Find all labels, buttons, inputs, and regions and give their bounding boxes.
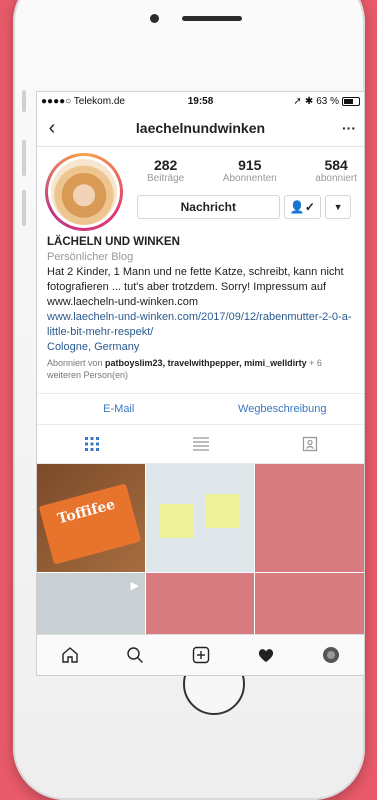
tab-home[interactable] — [37, 646, 102, 664]
volume-up-button — [22, 140, 26, 176]
sticky-note — [160, 504, 194, 538]
post-tile[interactable] — [255, 464, 364, 572]
category-label: Persönlicher Blog — [47, 251, 134, 263]
following-count: 584 — [324, 157, 348, 173]
add-icon — [192, 646, 209, 664]
stat-following[interactable]: 584 abonniert — [315, 157, 357, 184]
app-screen: ●●●●○ Telekom.de 19:58 ➚ ✱ 63 % ‹ laeche… — [36, 91, 365, 676]
mute-switch — [22, 90, 26, 112]
story-ring[interactable] — [45, 153, 123, 231]
contact-bar: E-Mail Wegbeschreibung — [37, 393, 364, 425]
back-icon[interactable]: ‹ — [37, 117, 67, 140]
message-button[interactable]: Nachricht — [137, 195, 280, 219]
front-camera — [150, 14, 159, 23]
tab-activity[interactable] — [233, 646, 298, 664]
email-button[interactable]: E-Mail — [37, 403, 201, 415]
profile-actions: Nachricht 👤✓ ▼ — [137, 195, 351, 219]
followers-count: 915 — [238, 157, 262, 173]
tagged-icon — [302, 436, 317, 452]
stat-followers[interactable]: 915 Abonnenten — [223, 157, 277, 184]
video-icon: ▶ — [130, 580, 139, 592]
stat-posts[interactable]: 282 Beiträge — [147, 157, 184, 184]
user-check-icon: 👤✓ — [289, 200, 315, 214]
profile-username: laechelnundwinken — [135, 120, 266, 136]
toffifee-box — [38, 483, 142, 565]
tab-list[interactable] — [146, 436, 255, 452]
following-label: abonniert — [315, 173, 357, 184]
followed-by-prefix: Abonniert von — [47, 358, 106, 368]
directions-button[interactable]: Wegbeschreibung — [201, 403, 365, 415]
profile-stats: 282 Beiträge 915 Abonnenten 584 abonnier… — [147, 157, 357, 184]
follow-status-button[interactable]: 👤✓ — [283, 195, 322, 219]
heart-icon — [258, 649, 274, 662]
top-nav: ‹ laechelnundwinken ··· — [37, 110, 364, 147]
profile-icon — [323, 647, 340, 663]
volume-down-button — [22, 190, 26, 226]
followers-label: Abonnenten — [222, 173, 277, 184]
followed-by-names: patboyslim23, travelwithpepper, mimi_wel… — [105, 358, 307, 368]
tab-tagged[interactable] — [255, 436, 364, 452]
grid-icon — [84, 437, 99, 451]
home-icon — [62, 647, 78, 663]
tab-profile[interactable] — [299, 646, 364, 664]
search-icon — [127, 647, 144, 663]
bio-text: Hat 2 Kinder, 1 Mann und ne fette Katze,… — [47, 266, 344, 308]
posts-count: 282 — [153, 157, 178, 173]
posts-label: Beiträge — [147, 173, 185, 184]
suggestions-toggle-button[interactable]: ▼ — [325, 195, 351, 219]
profile-bio: LÄCHELN UND WINKEN Persönlicher Blog Hat… — [37, 229, 364, 381]
list-icon — [192, 437, 209, 451]
avatar-border — [48, 156, 120, 228]
profile-tabs — [37, 425, 364, 464]
tab-grid[interactable] — [37, 436, 146, 452]
earpiece-speaker — [182, 16, 242, 21]
tab-add[interactable] — [168, 646, 233, 664]
avatar — [51, 159, 117, 225]
status-bar: ●●●●○ Telekom.de 19:58 ➚ ✱ 63 % — [37, 92, 364, 110]
post-tile[interactable]: Toffifee — [37, 464, 145, 572]
sticky-note — [206, 494, 240, 528]
more-icon[interactable]: ··· — [334, 120, 364, 136]
profile-header: 282 Beiträge 915 Abonnenten 584 abonnier… — [37, 147, 364, 231]
location-link[interactable]: Cologne, Germany — [47, 340, 354, 355]
bio-link[interactable]: www.laecheln-und-winken.com/2017/09/12/r… — [47, 310, 354, 340]
followed-by[interactable]: Abonniert von patboyslim23, travelwithpe… — [47, 357, 354, 381]
post-tile[interactable] — [146, 464, 254, 572]
bottom-tab-bar — [37, 634, 364, 675]
clock: 19:58 — [187, 95, 214, 107]
chevron-down-icon: ▼ — [333, 202, 343, 212]
battery-icon — [342, 96, 360, 106]
tab-search[interactable] — [102, 646, 167, 664]
display-name: LÄCHELN UND WINKEN — [47, 236, 180, 248]
